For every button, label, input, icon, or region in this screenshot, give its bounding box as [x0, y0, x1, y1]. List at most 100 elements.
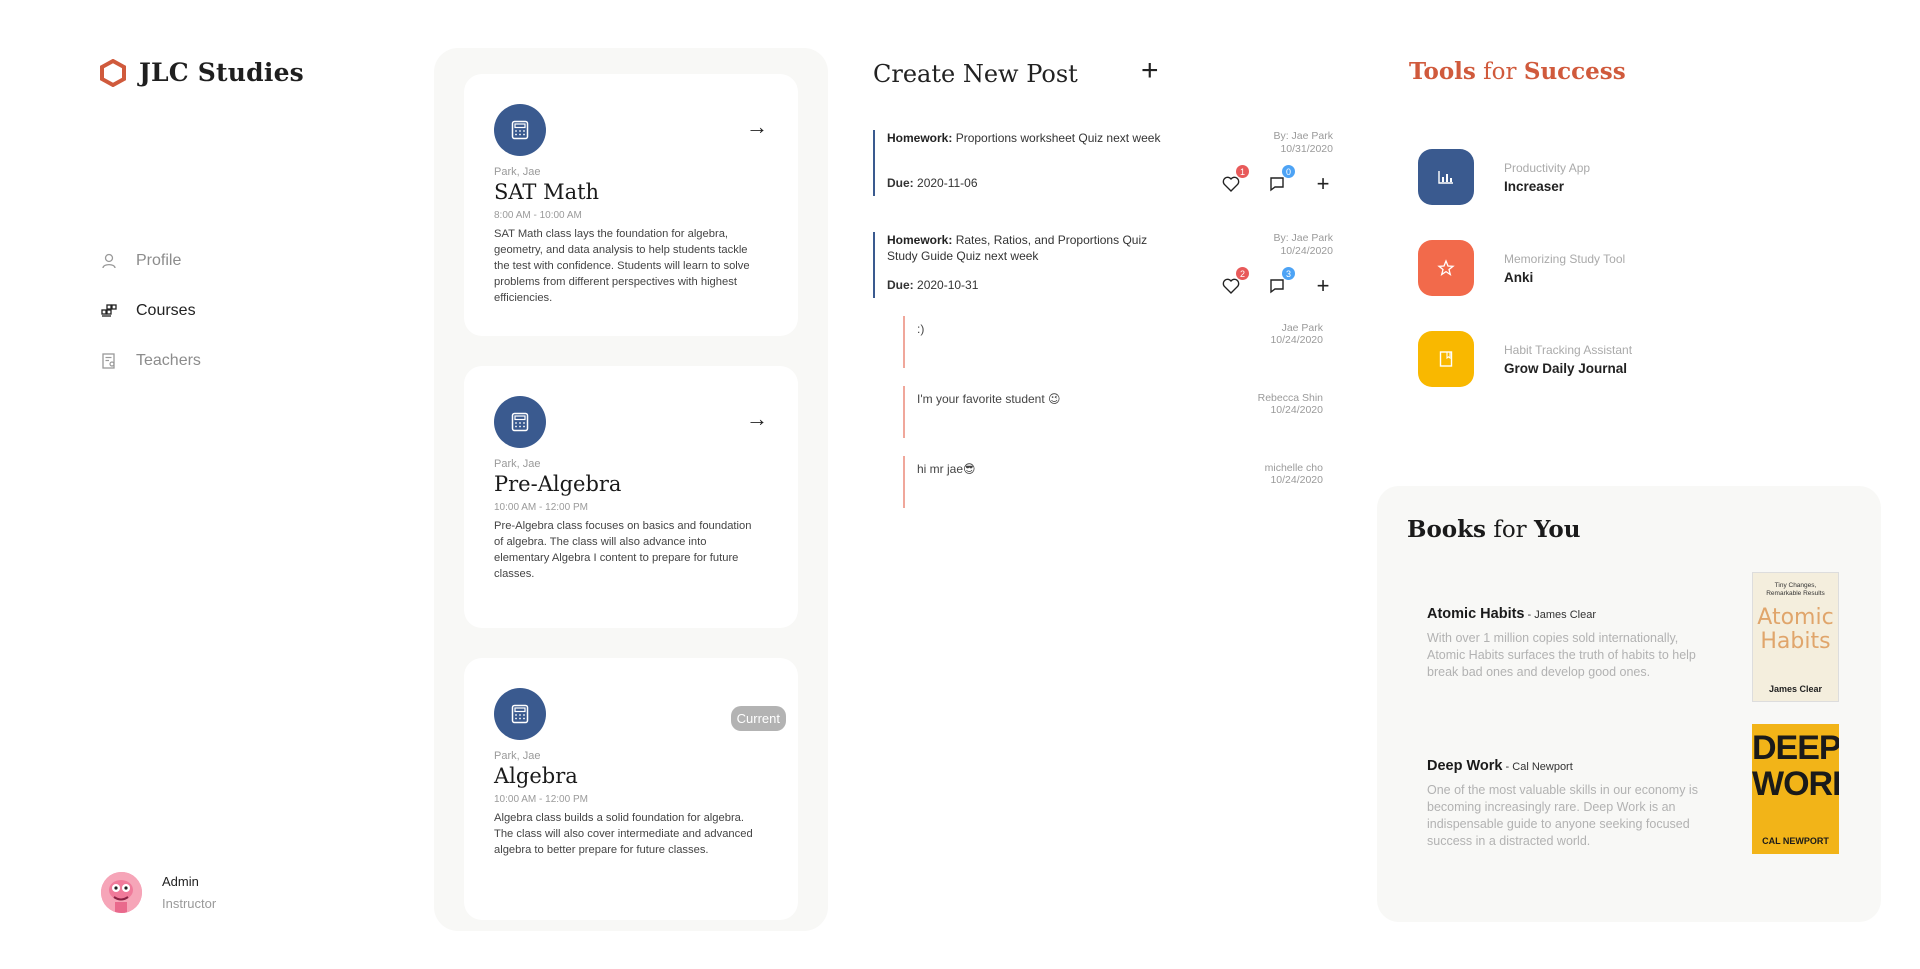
tools-title-b: for [1475, 59, 1524, 85]
course-description: Algebra class builds a solid foundation … [494, 812, 753, 856]
tool-category: Productivity App [1504, 160, 1591, 175]
bar-chart-icon [1418, 149, 1474, 205]
comment-icon [1270, 279, 1284, 294]
tool-name: Increaser [1504, 178, 1565, 194]
course-title: Pre-Algebra [494, 472, 622, 496]
comment-button[interactable]: 3 [1267, 267, 1295, 296]
comment-item: I'm your favorite student 😉 Rebecca Shin… [903, 386, 1323, 438]
comment-author: michelle cho [1264, 462, 1323, 474]
course-time: 10:00 AM - 12:00 PM [494, 794, 588, 805]
tool-name: Grow Daily Journal [1504, 360, 1628, 376]
books-title-c: You [1534, 516, 1581, 543]
cover-tagline: Tiny Changes, Remarkable Results [1766, 582, 1825, 597]
comment-date: 10/24/2020 [1270, 404, 1323, 416]
tool-grow-daily-journal[interactable]: Habit Tracking Assistant Grow Daily Jour… [1418, 331, 1632, 387]
tools-title: Tools for Success [1409, 58, 1626, 85]
comment-meta: michelle cho 10/24/2020 [1265, 462, 1323, 486]
post-author: By: Jae Park [1273, 232, 1333, 244]
comment-date: 10/24/2020 [1270, 474, 1323, 486]
create-post-title[interactable]: Create New Post [873, 60, 1173, 88]
sidebar-nav: Profile Courses Teachers [98, 236, 201, 386]
post-item[interactable]: Homework: Rates, Ratios, and Proportions… [873, 232, 1333, 298]
add-reply-icon[interactable]: + [1313, 173, 1333, 195]
course-title: SAT Math [494, 180, 600, 204]
comment-meta: Jae Park 10/24/2020 [1270, 322, 1323, 346]
cover-author: CAL NEWPORT [1762, 836, 1829, 846]
post-meta: By: Jae Park 10/31/2020 [1273, 130, 1333, 156]
arrow-right-icon[interactable]: → [746, 406, 768, 432]
course-description: SAT Math class lays the foundation for a… [494, 228, 750, 304]
book-cover: Tiny Changes, Remarkable Results Atomic H… [1752, 572, 1839, 702]
course-teacher: Park, Jae [494, 750, 541, 762]
cover-author: James Clear [1768, 684, 1823, 694]
calculator-icon [494, 688, 546, 740]
calculator-icon [494, 396, 546, 448]
book-cover: DEEPWORK CAL NEWPORT [1752, 724, 1839, 854]
book-author: - James Clear [1524, 609, 1597, 621]
cover-title-line2: WORK [1752, 765, 1839, 803]
post-text: Homework: Proportions worksheet Quiz nex… [887, 130, 1177, 146]
hexagon-logo-icon [100, 58, 126, 87]
course-description: Pre-Algebra class focuses on basics and … [494, 520, 752, 580]
cover-title: DEEPWORK [1752, 730, 1839, 802]
book-deep-work[interactable]: Deep Work - Cal Newport One of the most … [1427, 724, 1839, 854]
add-reply-icon[interactable]: + [1313, 275, 1333, 297]
post-kind: Homework: [887, 131, 953, 145]
like-button[interactable]: 2 [1221, 267, 1249, 296]
user-icon [98, 250, 120, 272]
comment-count: 0 [1282, 165, 1295, 178]
tool-increaser[interactable]: Productivity App Increaser [1418, 149, 1590, 205]
avatar [101, 872, 142, 913]
plus-icon[interactable]: + [1141, 56, 1159, 86]
current-badge: Current [730, 706, 786, 731]
brand[interactable]: JLC Studies [99, 58, 304, 87]
due-date: 2020-11-06 [917, 176, 978, 190]
sidebar-item-label: Profile [136, 252, 182, 269]
sidebar-item-courses[interactable]: Courses [98, 286, 201, 336]
book-author: - Cal Newport [1502, 761, 1573, 773]
cover-title-line2: Habits [1760, 629, 1831, 654]
tools-title-a: Tools [1409, 58, 1476, 85]
journal-icon [1418, 331, 1474, 387]
tool-anki[interactable]: Memorizing Study Tool Anki [1418, 240, 1625, 296]
course-time: 10:00 AM - 12:00 PM [494, 502, 588, 513]
cover-title: Atomic Habits [1752, 606, 1839, 654]
books-panel: Books for You Atomic Habits - James Clea… [1377, 486, 1881, 922]
arrow-right-icon[interactable]: → [746, 114, 768, 140]
comment-item: :) Jae Park 10/24/2020 [903, 316, 1323, 368]
user-name: Admin [162, 874, 199, 889]
courses-panel: → Park, Jae SAT Math 8:00 AM - 10:00 AM … [434, 48, 828, 931]
books-title-a: Books [1407, 516, 1487, 543]
book-atomic-habits[interactable]: Atomic Habits - James Clear With over 1 … [1427, 572, 1839, 702]
post-actions: 1 0 + [1221, 165, 1333, 195]
comment-icon [1270, 177, 1284, 192]
cover-title-line1: DEEP [1752, 729, 1839, 767]
comment-meta: Rebecca Shin 10/24/2020 [1258, 392, 1323, 416]
comment-text: hi mr jae😎 [917, 462, 976, 476]
post-meta: By: Jae Park 10/24/2020 [1273, 232, 1333, 258]
comment-count: 3 [1282, 267, 1295, 280]
star-icon [1418, 240, 1474, 296]
sidebar-item-label: Teachers [136, 352, 201, 369]
like-button[interactable]: 1 [1221, 165, 1249, 194]
course-card-algebra[interactable]: Current Park, Jae Algebra 10:00 AM - 12:… [464, 658, 798, 920]
like-count: 2 [1236, 267, 1249, 280]
book-name: Atomic Habits [1427, 606, 1525, 622]
sidebar-item-teachers[interactable]: Teachers [98, 336, 201, 386]
sidebar-item-profile[interactable]: Profile [98, 236, 201, 286]
post-actions: 2 3 + [1221, 267, 1333, 297]
sidebar-item-label: Courses [136, 302, 196, 319]
post-item[interactable]: Homework: Proportions worksheet Quiz nex… [873, 130, 1333, 196]
course-title: Algebra [494, 764, 578, 788]
cover-title-line1: Atomic [1757, 605, 1834, 630]
tool-name: Anki [1504, 269, 1534, 285]
course-card-sat-math[interactable]: → Park, Jae SAT Math 8:00 AM - 10:00 AM … [464, 74, 798, 336]
course-teacher: Park, Jae [494, 458, 541, 470]
tool-category: Habit Tracking Assistant [1504, 342, 1633, 357]
comment-button[interactable]: 0 [1267, 165, 1295, 194]
book-name: Deep Work [1427, 758, 1503, 774]
user-profile[interactable]: Admin Instructor [101, 872, 216, 913]
post-kind: Homework: [887, 233, 953, 247]
course-card-pre-algebra[interactable]: → Park, Jae Pre-Algebra 10:00 AM - 12:00… [464, 366, 798, 628]
teachers-icon [98, 350, 120, 372]
